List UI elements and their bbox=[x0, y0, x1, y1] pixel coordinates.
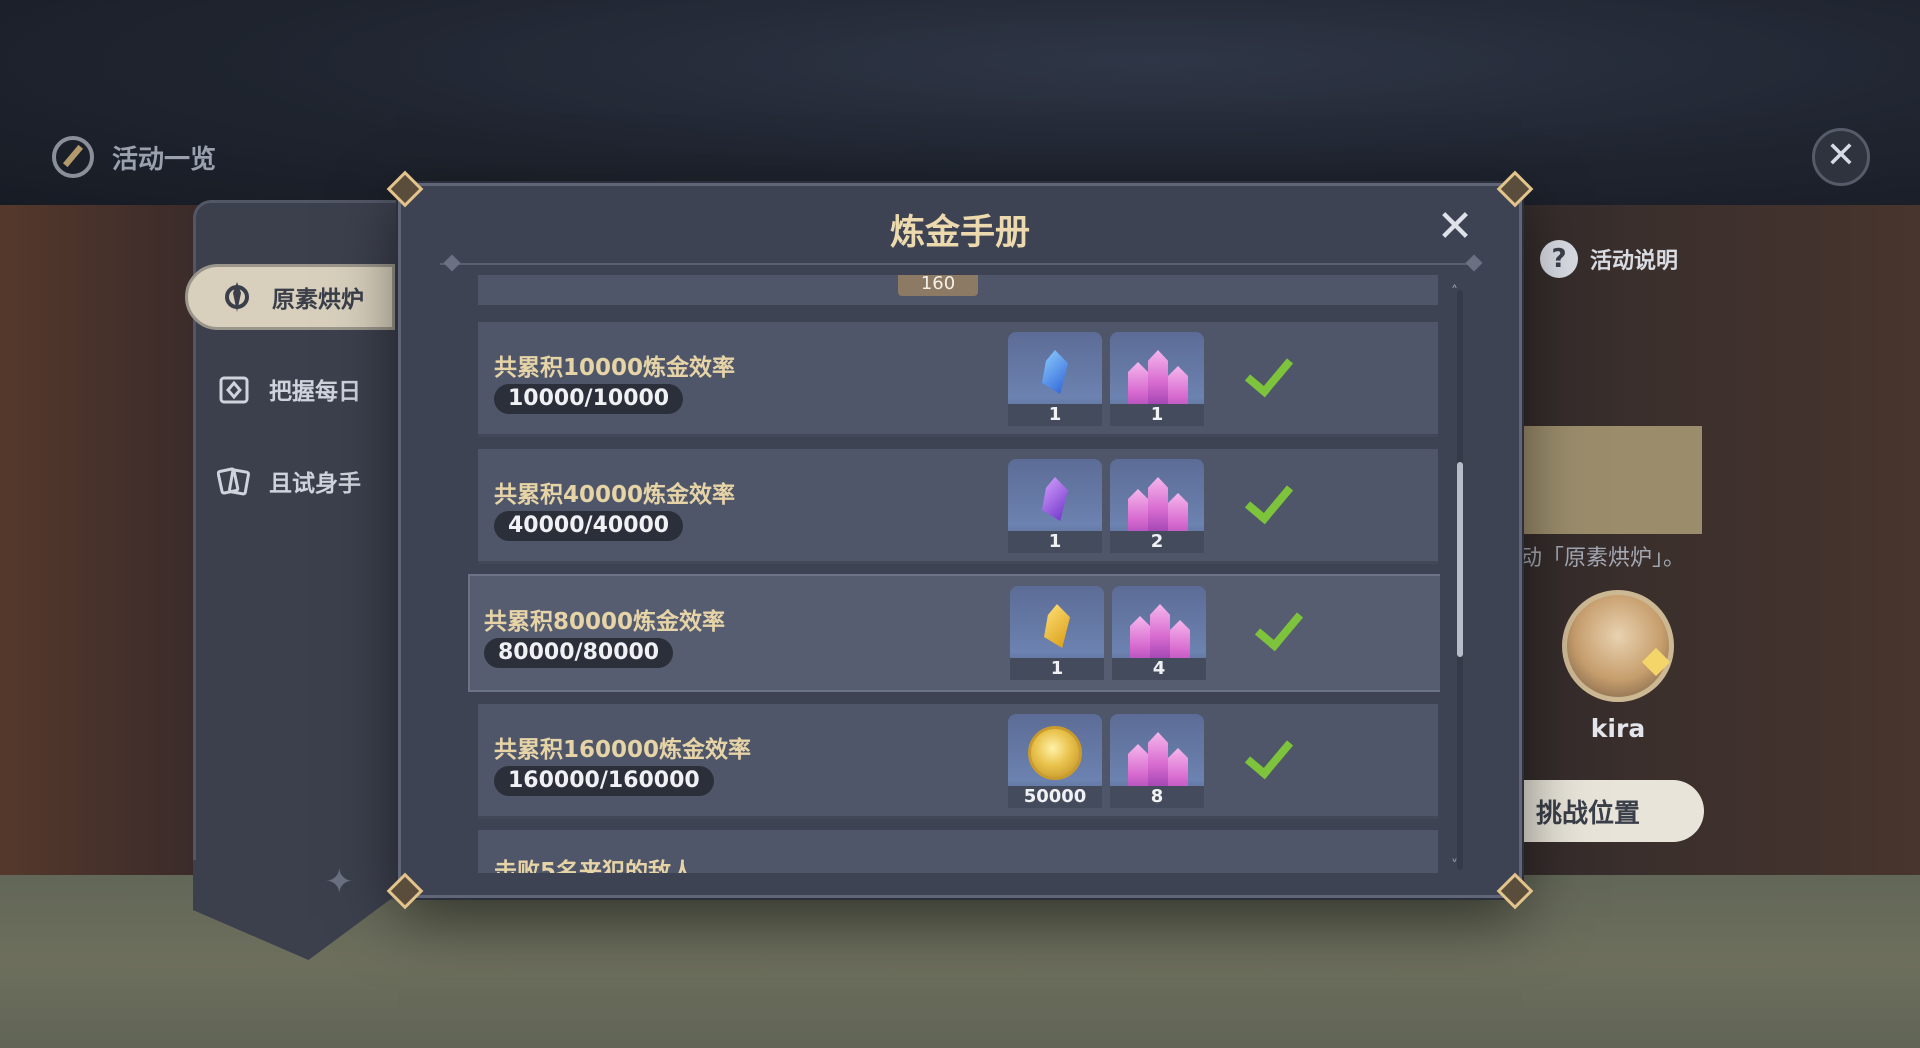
mora-coin-icon bbox=[1028, 726, 1082, 780]
reward-count: 4 bbox=[1112, 658, 1206, 680]
completed-check-icon bbox=[1244, 473, 1294, 525]
pink-crystal-part bbox=[1148, 477, 1168, 531]
gold-gem-icon bbox=[1044, 604, 1070, 648]
sidebar-item-elemental-crucible[interactable]: 原素烘炉 bbox=[185, 264, 395, 330]
task-title: 共累积160000炼金效率 bbox=[494, 737, 752, 763]
cards-icon bbox=[217, 464, 251, 498]
scroll-down-icon[interactable]: ˅ bbox=[1451, 858, 1458, 874]
task-progress: 40000/40000 bbox=[494, 511, 684, 541]
events-header: 活动一览 bbox=[52, 132, 216, 182]
task-title: 共累积40000炼金效率 bbox=[494, 482, 736, 508]
achievement-list[interactable]: 160 共累积10000炼金效率 10000/10000 1 1 共累积4000… bbox=[460, 275, 1440, 873]
dialog-title: 炼金手册 bbox=[889, 213, 1030, 253]
reward-item[interactable]: 1 bbox=[1008, 459, 1102, 553]
challenge-button-label: 挑战位置 bbox=[1536, 798, 1641, 829]
events-title: 活动一览 bbox=[112, 144, 217, 175]
list-item-partial: 160 bbox=[478, 275, 1438, 305]
task-progress: 160000/160000 bbox=[494, 766, 714, 796]
list-item-partial: 击败5名来犯的敌人 bbox=[478, 830, 1438, 873]
pink-crystal-part bbox=[1148, 732, 1168, 786]
scrollbar-thumb[interactable] bbox=[1457, 462, 1463, 657]
reward-count: 1 bbox=[1110, 404, 1204, 426]
reward-count: 2 bbox=[1110, 531, 1204, 553]
completed-check-icon bbox=[1244, 346, 1294, 398]
close-icon[interactable]: ✕ bbox=[1432, 205, 1478, 251]
pink-crystal-part bbox=[1150, 604, 1170, 658]
reward-item[interactable]: 4 bbox=[1112, 586, 1206, 680]
list-item: 共累积40000炼金效率 40000/40000 1 2 bbox=[478, 449, 1438, 564]
task-progress: 80000/80000 bbox=[484, 638, 674, 668]
calendar-icon bbox=[217, 372, 251, 406]
star-ornament-icon: ✦ bbox=[325, 862, 354, 902]
reward-count: 1 bbox=[1008, 531, 1102, 553]
reward-item[interactable]: 50000 bbox=[1008, 714, 1102, 808]
completed-check-icon bbox=[1244, 728, 1294, 780]
sidebar-item-label: 原素烘炉 bbox=[272, 287, 364, 313]
task-title: 击败5名来犯的敌人 bbox=[494, 859, 695, 873]
blue-gem-icon bbox=[1042, 350, 1068, 394]
reward-count: 8 bbox=[1110, 786, 1204, 808]
divider bbox=[440, 263, 1480, 265]
list-item: 共累积10000炼金效率 10000/10000 1 1 bbox=[478, 322, 1438, 437]
help-icon: ? bbox=[1540, 240, 1578, 278]
reward-count: 160 bbox=[898, 275, 978, 296]
event-banner bbox=[1520, 426, 1702, 534]
sidebar-item-daily[interactable]: 把握每日 bbox=[185, 356, 395, 422]
sidebar-item-label: 且试身手 bbox=[269, 471, 361, 497]
reward-item[interactable]: 2 bbox=[1110, 459, 1204, 553]
close-events-button[interactable]: ✕ bbox=[1812, 128, 1870, 186]
crucible-icon bbox=[220, 280, 254, 314]
event-info-button[interactable]: ? 活动说明 bbox=[1540, 240, 1678, 278]
sidebar-item-label: 把握每日 bbox=[269, 379, 361, 405]
username: kira bbox=[1590, 714, 1646, 743]
completed-check-icon bbox=[1254, 600, 1304, 652]
reward-count: 1 bbox=[1008, 404, 1102, 426]
event-description: 动「原素烘炉」。 bbox=[1520, 546, 1686, 571]
reward-item[interactable]: 1 bbox=[1008, 332, 1102, 426]
event-info-label: 活动说明 bbox=[1590, 249, 1679, 274]
reward-item[interactable]: 1 bbox=[1010, 586, 1104, 680]
challenge-button[interactable]: 挑战位置 bbox=[1520, 780, 1704, 842]
task-title: 共累积80000炼金效率 bbox=[484, 609, 726, 635]
task-progress: 10000/10000 bbox=[494, 384, 684, 414]
reward-count: 50000 bbox=[1008, 786, 1102, 808]
list-item-highlighted: 共累积80000炼金效率 80000/80000 1 4 bbox=[468, 574, 1440, 692]
avatar bbox=[1562, 590, 1674, 702]
sidebar-item-trial[interactable]: 且试身手 bbox=[185, 448, 395, 514]
purple-gem-icon bbox=[1042, 477, 1068, 521]
reward-item[interactable]: 1 bbox=[1110, 332, 1204, 426]
task-title: 共累积10000炼金效率 bbox=[494, 355, 736, 381]
compass-icon bbox=[52, 136, 94, 178]
scroll-up-icon[interactable]: ˄ bbox=[1451, 284, 1458, 300]
list-item: 共累积160000炼金效率 160000/160000 50000 8 bbox=[478, 704, 1438, 819]
reward-item[interactable]: 8 bbox=[1110, 714, 1204, 808]
pink-crystal-part bbox=[1148, 350, 1168, 404]
reward-count: 1 bbox=[1010, 658, 1104, 680]
